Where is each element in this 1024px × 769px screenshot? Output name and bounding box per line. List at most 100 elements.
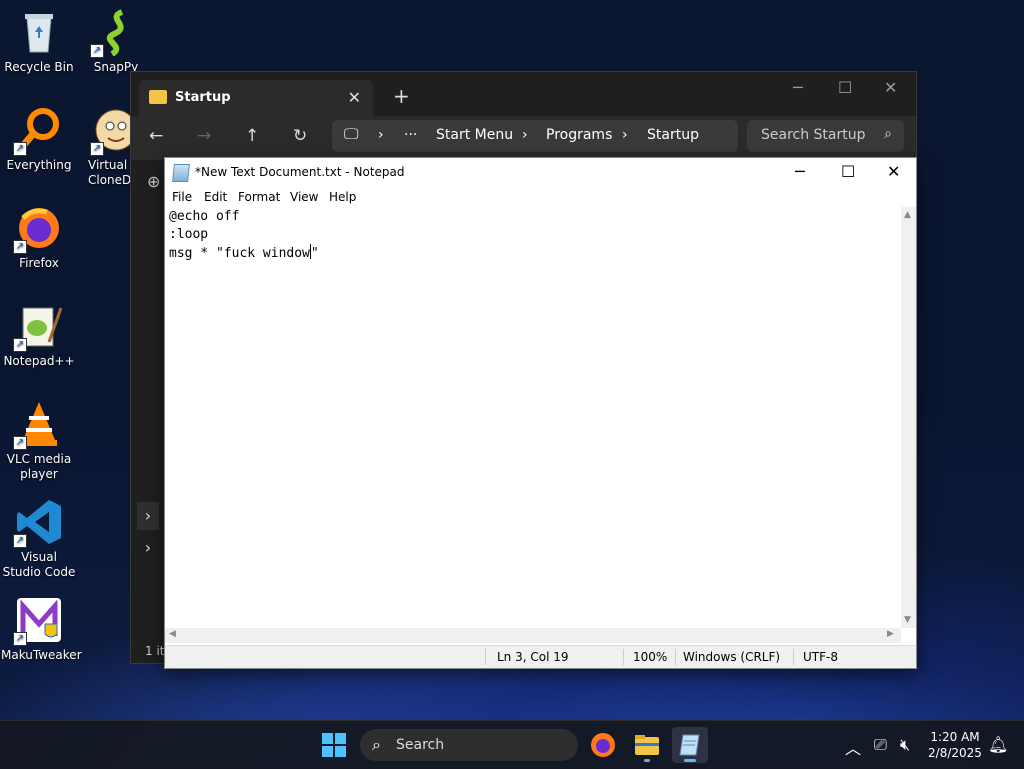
explorer-tab-startup[interactable]: Startup ✕ [139,80,373,116]
desktop-icon-label: Everything [6,158,72,172]
volume-muted-icon[interactable]: 🔇︎ [900,735,910,755]
notification-bell-icon[interactable]: 🔔︎ [988,735,1008,754]
cursor-position: Ln 3, Col 19 [497,650,569,664]
desktop-icon-label: VLC media player [6,452,72,481]
breadcrumb-startup[interactable]: Startup [647,127,699,143]
desktop-icon-vscode[interactable]: ↗ Visual Studio Code [1,498,77,580]
chevron-right-icon: › [622,127,628,143]
close-button[interactable]: ✕ [887,162,900,181]
clock-date: 2/8/2025 [928,746,982,760]
desktop-icon-label: Visual Studio Code [2,550,76,579]
horizontal-scrollbar[interactable]: ◀ ▶ [165,628,901,643]
desktop-icon-label: MakuTweaker [1,648,82,662]
menu-view[interactable]: View [290,190,318,204]
refresh-icon[interactable]: ↻ [293,126,307,146]
shortcut-arrow-icon: ↗ [90,44,104,58]
shortcut-arrow-icon: ↗ [13,436,27,450]
line-ending: Windows (CRLF) [683,650,781,664]
desktop-icon-label: Notepad++ [3,354,75,368]
desktop-icon-label: Recycle Bin [4,60,74,74]
zoom-level: 100% [633,650,668,664]
explorer-search-box[interactable]: Search Startup ⌕ [747,120,904,152]
desktop-icon-label: Firefox [19,256,59,270]
desktop-icon-makutweaker[interactable]: ↗ MakuTweaker [1,596,82,663]
taskbar-notepad[interactable] [672,727,708,763]
notepad-titlebar[interactable]: *New Text Document.txt - Notepad ─ ☐ ✕ [165,158,916,187]
text-editor-area[interactable]: @echo off :loop msg * "fuck window" [165,207,901,628]
editor-line: @echo off [169,209,240,224]
editor-line-text-after-caret: " [310,246,319,261]
notepad-icon [679,734,700,756]
desktop-icon-recycle-bin[interactable]: Recycle Bin [1,8,77,75]
folder-icon [149,90,167,104]
forward-arrow-icon[interactable]: → [197,126,211,146]
shortcut-arrow-icon: ↗ [13,142,27,156]
scroll-right-icon[interactable]: ▶ [887,629,894,639]
shortcut-arrow-icon: ↗ [13,240,27,254]
explorer-titlebar[interactable]: Startup ✕ + ─ ☐ ✕ [131,72,916,116]
address-bar[interactable]: 🖵 › ··· Start Menu › Programs › Startup [332,120,738,152]
virtual-clonedrive-icon: ↗ [90,106,130,156]
editor-line-text-before-caret: msg * "fuck window [169,246,310,261]
chevron-right-icon: › [522,127,528,143]
expand-chevron-icon[interactable]: › [137,534,159,562]
up-arrow-icon[interactable]: ↑ [245,126,259,146]
desktop-icon-firefox[interactable]: ↗ Firefox [1,204,77,271]
firefox-icon [591,733,615,757]
shortcut-arrow-icon: ↗ [13,632,27,646]
shortcut-arrow-icon: ↗ [13,534,27,548]
menu-edit[interactable]: Edit [204,190,227,204]
this-pc-icon[interactable]: 🖵 [344,125,358,143]
notepad-title: *New Text Document.txt - Notepad [195,165,405,179]
snappy-icon: ↗ [90,8,140,58]
makutweaker-icon: ↗ [13,596,63,646]
explorer-search-placeholder: Search Startup [761,127,866,143]
windows-start-icon[interactable] [322,733,346,757]
breadcrumb-start-menu[interactable]: Start Menu [436,127,513,143]
breadcrumb-programs[interactable]: Programs [546,127,612,143]
expand-chevron-icon[interactable]: › [137,502,159,530]
scroll-down-icon[interactable]: ▼ [904,615,911,625]
more-breadcrumbs-icon[interactable]: ··· [404,127,417,143]
notepad-menubar: File Edit Format View Help [165,187,916,207]
scroll-left-icon[interactable]: ◀ [169,629,176,639]
search-icon: ⌕ [372,735,381,754]
chevron-right-icon: › [378,127,384,143]
notepad-window[interactable]: *New Text Document.txt - Notepad ─ ☐ ✕ F… [164,157,917,669]
explorer-tab-title: Startup [175,90,231,105]
network-icon[interactable]: ⎚ [874,735,887,755]
shortcut-arrow-icon: ↗ [90,142,104,156]
notepad-statusbar: Ln 3, Col 19 100% Windows (CRLF) UTF-8 [165,645,916,668]
taskbar-search-box[interactable]: ⌕ Search [360,729,578,761]
vertical-scrollbar[interactable]: ▲ ▼ [901,207,916,628]
search-icon: ⌕ [884,126,892,142]
taskbar-firefox[interactable] [585,727,621,763]
maximize-button[interactable]: ☐ [838,78,852,97]
shortcut-arrow-icon: ↗ [13,338,27,352]
taskbar-clock[interactable]: 1:20 AM 2/8/2025 [920,729,990,761]
desktop-icon-vlc[interactable]: ↗ VLC media player [1,400,77,482]
chevron-up-icon[interactable]: ︿ [845,735,861,759]
close-tab-icon[interactable]: ✕ [348,88,361,107]
editor-line: :loop [169,227,209,242]
notepadpp-icon: ↗ [13,302,63,352]
scroll-up-icon[interactable]: ▲ [904,210,911,220]
menu-file[interactable]: File [172,190,192,204]
add-icon[interactable]: ⊕ [147,172,160,191]
desktop-icon-snappy[interactable]: ↗ SnapPy [78,8,154,75]
encoding: UTF-8 [803,650,838,664]
desktop-icon-everything[interactable]: ↗ Everything [1,106,77,173]
explorer-navbar: ← → ↑ ↻ 🖵 › ··· Start Menu › Programs › … [131,116,916,160]
desktop-icon-virtual-clonedrive[interactable]: ↗ Virtual CloneDrive [78,106,130,188]
menu-format[interactable]: Format [238,190,280,204]
minimize-button[interactable]: ─ [793,78,803,97]
maximize-button[interactable]: ☐ [841,162,855,181]
back-arrow-icon[interactable]: ← [149,126,163,146]
minimize-button[interactable]: ─ [795,162,805,181]
menu-help[interactable]: Help [329,190,356,204]
desktop-icon-notepadpp[interactable]: ↗ Notepad++ [1,302,77,369]
new-tab-button[interactable]: + [393,84,410,108]
close-button[interactable]: ✕ [884,78,897,97]
file-explorer-icon [635,735,659,755]
taskbar-file-explorer[interactable] [629,727,665,763]
